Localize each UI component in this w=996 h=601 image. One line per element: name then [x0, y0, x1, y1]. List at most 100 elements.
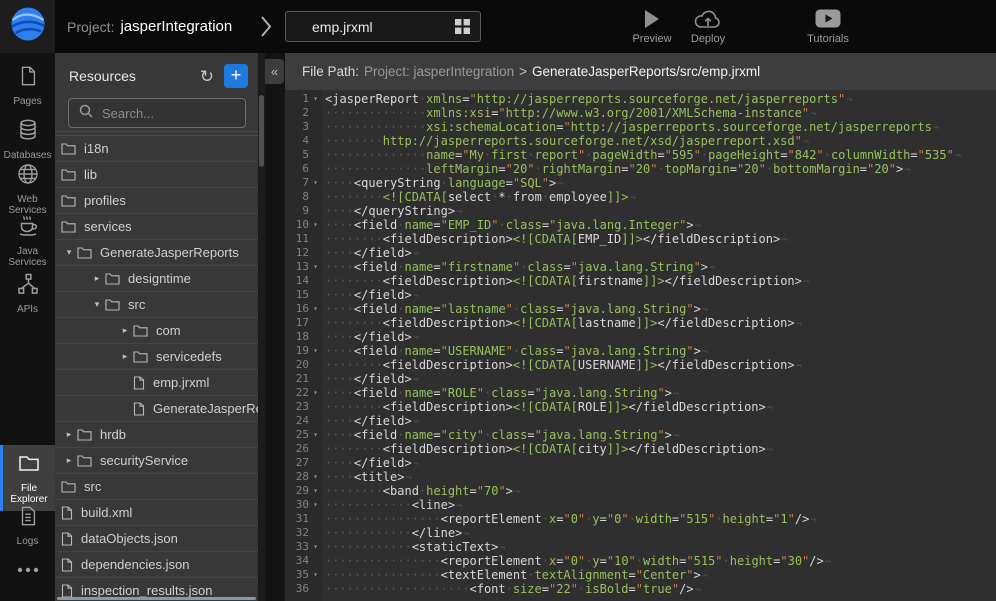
fold-toggle-icon[interactable]: ▾: [309, 484, 322, 498]
tree-item-designtime[interactable]: ▸designtime: [55, 266, 258, 292]
tree-item-hrdb[interactable]: ▸hrdb: [55, 422, 258, 448]
tree-scrollbar[interactable]: [258, 53, 265, 601]
deploy-button[interactable]: Deploy: [680, 7, 736, 45]
line-number: 9: [285, 204, 309, 218]
chevron-down-icon[interactable]: ▾: [89, 299, 105, 310]
tutorials-button[interactable]: Tutorials: [800, 7, 856, 45]
fold-toggle-icon[interactable]: ▾: [309, 176, 322, 190]
chevron-right-icon[interactable]: ▸: [117, 351, 133, 362]
sidebar-item-logs[interactable]: Logs: [0, 501, 55, 550]
fold-spacer: [309, 400, 322, 414]
line-number: 21: [285, 372, 309, 386]
file-path-bar: File Path: Project: jasperIntegration > …: [285, 53, 996, 90]
line-number: 33: [285, 540, 309, 554]
chevron-down-icon[interactable]: ▾: [61, 247, 77, 258]
sidebar-item-databases[interactable]: Databases: [0, 115, 55, 164]
fold-toggle-icon[interactable]: ▾: [309, 302, 322, 316]
line-number: 17: [285, 316, 309, 330]
fold-toggle-icon[interactable]: ▾: [309, 568, 322, 582]
code-line: 26········<fieldDescription><![CDATA[cit…: [285, 442, 996, 456]
code-line: 25▾····<field·name="city"·class="java.la…: [285, 428, 996, 442]
sidebar-item-more[interactable]: [0, 558, 55, 582]
search-input[interactable]: [100, 105, 280, 122]
folder-icon: [133, 350, 148, 363]
code-line: 14········<fieldDescription><![CDATA[fir…: [285, 274, 996, 288]
fold-toggle-icon[interactable]: ▾: [309, 260, 322, 274]
chevron-right-icon[interactable]: ▸: [117, 325, 133, 336]
code-line: 18····</field>¬: [285, 330, 996, 344]
fold-toggle-icon[interactable]: ▾: [309, 428, 322, 442]
line-number: 35: [285, 568, 309, 582]
tree-item-services[interactable]: services: [55, 214, 258, 240]
chevron-right-icon[interactable]: ▸: [89, 273, 105, 284]
tree-scrollbar-thumb[interactable]: [259, 95, 264, 167]
code-line: 2··············xmlns:xsi="http://www.w3.…: [285, 106, 996, 120]
folder-icon: [61, 194, 76, 207]
fold-toggle-icon[interactable]: ▾: [309, 218, 322, 232]
file-icon: [61, 558, 73, 572]
fold-toggle-icon[interactable]: ▾: [309, 540, 322, 554]
sidebar-item-java-services[interactable]: Java Services: [0, 211, 55, 271]
file-selector[interactable]: emp.jrxml: [285, 11, 481, 42]
tree-item-emp-jrxml[interactable]: emp.jrxml: [55, 370, 258, 396]
fold-spacer: [309, 358, 322, 372]
sidebar-item-web-services[interactable]: Web Services: [0, 159, 55, 219]
tree-item-dependencies-json[interactable]: dependencies.json: [55, 552, 258, 578]
preview-button[interactable]: Preview: [624, 7, 680, 45]
search-box: [68, 98, 246, 128]
horizontal-scrollbar[interactable]: [57, 597, 256, 600]
folder-icon: [77, 246, 92, 259]
tree-item-profiles[interactable]: profiles: [55, 188, 258, 214]
folder-icon: [61, 480, 76, 493]
fold-toggle-icon[interactable]: ▾: [309, 386, 322, 400]
grid-icon[interactable]: [455, 19, 470, 34]
tree-item-generatejasperreports[interactable]: ▾ GenerateJasperReports: [55, 240, 258, 266]
collapse-panel-button[interactable]: «: [265, 59, 284, 84]
tree-item-securityservice[interactable]: ▸securityService: [55, 448, 258, 474]
tree-item-generatejasperreports-s[interactable]: GenerateJasperReports.s: [55, 396, 258, 422]
code-line: 31················<reportElement·x="0"·y…: [285, 512, 996, 526]
panel-divider: «: [258, 53, 285, 601]
log-icon: [17, 504, 39, 533]
folder-icon: [61, 220, 76, 233]
fold-toggle-icon[interactable]: ▾: [309, 498, 322, 512]
code-line: 23········<fieldDescription><![CDATA[ROL…: [285, 400, 996, 414]
fold-toggle-icon[interactable]: ▾: [309, 92, 322, 106]
sidebar-item-apis[interactable]: APIs: [0, 269, 55, 318]
folder-icon: [61, 168, 76, 181]
chevron-right-icon[interactable]: ▸: [61, 455, 77, 466]
home-button[interactable]: [0, 0, 55, 53]
chevron-right-icon[interactable]: ▸: [61, 429, 77, 440]
fold-toggle-icon[interactable]: ▾: [309, 470, 322, 484]
tree-item-label: build.xml: [81, 505, 132, 520]
fold-spacer: [309, 246, 322, 260]
code-line: 34················<reportElement·x="0"·y…: [285, 554, 996, 568]
tree-item-lib[interactable]: lib: [55, 162, 258, 188]
code-line: 21····</field>¬: [285, 372, 996, 386]
sidebar-item-pages[interactable]: Pages: [0, 61, 55, 110]
tree-item-dataobjects-json[interactable]: dataObjects.json: [55, 526, 258, 552]
api-icon: [16, 272, 40, 301]
tree-item-label: dependencies.json: [81, 557, 189, 572]
chevron-right-icon: [260, 15, 272, 43]
page-icon: [17, 64, 39, 93]
tree-item-src[interactable]: src: [55, 474, 258, 500]
tree-item-label: GenerateJasperReports: [100, 245, 239, 260]
file-icon: [133, 376, 145, 390]
tree-item-i18n[interactable]: i18n: [55, 136, 258, 162]
tree-item-servicedefs[interactable]: ▸servicedefs: [55, 344, 258, 370]
fold-spacer: [309, 274, 322, 288]
tree-item-build-xml[interactable]: build.xml: [55, 500, 258, 526]
fold-spacer: [309, 456, 322, 470]
coffee-icon: [16, 214, 40, 243]
tree-item-com[interactable]: ▸com: [55, 318, 258, 344]
code-line: 30▾············<line>¬: [285, 498, 996, 512]
add-resource-button[interactable]: +: [224, 64, 248, 88]
project-title: Project: jasperIntegration: [67, 0, 232, 53]
refresh-icon[interactable]: ↻: [200, 68, 214, 85]
code-editor[interactable]: 1▾<jasperReport·xmlns="http://jasperrepo…: [285, 90, 996, 601]
code-line: 19▾····<field·name="USERNAME"·class="jav…: [285, 344, 996, 358]
tree-item-src[interactable]: ▾src: [55, 292, 258, 318]
fold-toggle-icon[interactable]: ▾: [309, 344, 322, 358]
line-number: 15: [285, 288, 309, 302]
